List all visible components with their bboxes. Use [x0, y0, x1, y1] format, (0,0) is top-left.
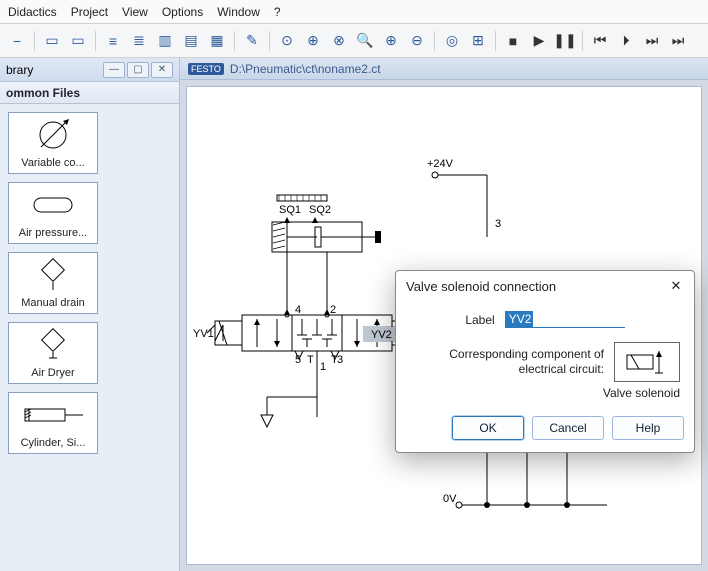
cylinder-symbol[interactable]	[272, 222, 381, 252]
yv2-label: YV2	[371, 329, 392, 341]
palette-item[interactable]: Air Dryer	[8, 322, 98, 384]
zoom-in-icon[interactable]: ⊕	[380, 30, 402, 52]
zoom-11-icon[interactable]: ⊙	[276, 30, 298, 52]
toolbar: − ▭ ▭ ≡ ≣ ▥ ▤ ▦ ✎ ⊙ ⊕ ⊗ 🔍 ⊕ ⊖ ◎ ⊞ ■ ▶ ❚❚…	[0, 24, 708, 58]
zoom-fit2-icon[interactable]: ⊗	[328, 30, 350, 52]
variable-compressor-icon	[23, 117, 83, 153]
svg-text:1: 1	[320, 361, 326, 373]
palette-label: Air Dryer	[31, 367, 74, 379]
menu-item[interactable]: Project	[71, 5, 108, 19]
end-icon[interactable]: ⏭	[667, 30, 689, 52]
pause-icon[interactable]: ❚❚	[554, 30, 576, 52]
cancel-button[interactable]: Cancel	[532, 416, 604, 440]
stop-icon[interactable]: ■	[502, 30, 524, 52]
tool-icon[interactable]: ✎	[241, 30, 263, 52]
tool-icon[interactable]: −	[6, 30, 28, 52]
sq1-label: SQ1	[279, 204, 301, 216]
cylinder-icon	[23, 397, 83, 433]
library-panel: brary — ▢ ✕ ommon Files Variable co... A…	[0, 58, 180, 571]
tool-icon[interactable]: ▭	[67, 30, 89, 52]
svg-text:3: 3	[337, 354, 343, 366]
palette-label: Cylinder, Si...	[21, 437, 86, 449]
menu-item[interactable]: Didactics	[8, 5, 57, 19]
palette-label: Air pressure...	[19, 227, 87, 239]
tool-icon[interactable]: ≡	[102, 30, 124, 52]
menu-item[interactable]: ?	[274, 5, 281, 19]
close-icon[interactable]: ✕	[151, 62, 173, 78]
folder-title: ommon Files	[0, 82, 179, 104]
skip-fwd-icon[interactable]: ⏭	[641, 30, 663, 52]
tool-icon[interactable]: ≣	[128, 30, 150, 52]
dialog-title: Valve solenoid connection	[406, 279, 556, 294]
component-caption: Valve solenoid	[410, 386, 680, 400]
component-preview	[614, 342, 680, 382]
play-icon[interactable]: ▶	[528, 30, 550, 52]
palette-label: Manual drain	[21, 297, 85, 309]
sq2-label: SQ2	[309, 204, 331, 216]
valve-solenoid-dialog: Valve solenoid connection ✕ Label Corres…	[395, 270, 695, 453]
svg-text:3: 3	[495, 218, 501, 230]
component-text: Corresponding component of electrical ci…	[410, 347, 604, 377]
palette-item[interactable]: Cylinder, Si...	[8, 392, 98, 454]
minimize-icon[interactable]: —	[103, 62, 125, 78]
svg-text:T: T	[307, 354, 314, 366]
label-caption: Label	[465, 313, 494, 327]
palette-item[interactable]: Air pressure...	[8, 182, 98, 244]
target-icon[interactable]: ◎	[441, 30, 463, 52]
manual-drain-icon	[23, 257, 83, 293]
menu-item[interactable]: View	[122, 5, 148, 19]
zero-v-label: 0V	[443, 493, 457, 505]
document-tab[interactable]: FESTO D:\Pneumatic\ct\noname2.ct	[180, 58, 708, 80]
label-input[interactable]	[505, 311, 625, 328]
menu-bar: Didactics Project View Options Window ?	[0, 0, 708, 24]
tool-icon[interactable]: ▦	[206, 30, 228, 52]
zoom-fit-icon[interactable]: ⊕	[302, 30, 324, 52]
tool-icon[interactable]: ▥	[154, 30, 176, 52]
svg-text:2: 2	[330, 304, 336, 316]
skip-back-icon[interactable]: ⏮	[589, 30, 611, 52]
app-logo-icon: FESTO	[188, 63, 224, 75]
plus24v-label: +24V	[427, 158, 454, 170]
document-path: D:\Pneumatic\ct\noname2.ct	[230, 62, 381, 76]
palette-item[interactable]: Manual drain	[8, 252, 98, 314]
tool-icon[interactable]: ▤	[180, 30, 202, 52]
air-dryer-icon	[23, 327, 83, 363]
zoom-out-icon[interactable]: ⊖	[406, 30, 428, 52]
menu-item[interactable]: Window	[217, 5, 260, 19]
help-button[interactable]: Help	[612, 416, 684, 440]
svg-text:4: 4	[295, 304, 301, 316]
panel-title: brary	[6, 63, 33, 77]
menu-item[interactable]: Options	[162, 5, 203, 19]
restore-icon[interactable]: ▢	[127, 62, 149, 78]
fast-forward-icon[interactable]: ⏵	[615, 30, 637, 52]
palette-label: Variable co...	[21, 157, 84, 169]
nav-icon[interactable]: ⊞	[467, 30, 489, 52]
yv1-label: YV1	[193, 328, 214, 340]
tool-icon[interactable]: ▭	[41, 30, 63, 52]
ok-button[interactable]: OK	[452, 416, 524, 440]
palette-item[interactable]: Variable co...	[8, 112, 98, 174]
close-icon[interactable]: ✕	[668, 278, 684, 294]
air-pressure-icon	[23, 187, 83, 223]
magnifier-icon[interactable]: 🔍	[354, 30, 376, 52]
